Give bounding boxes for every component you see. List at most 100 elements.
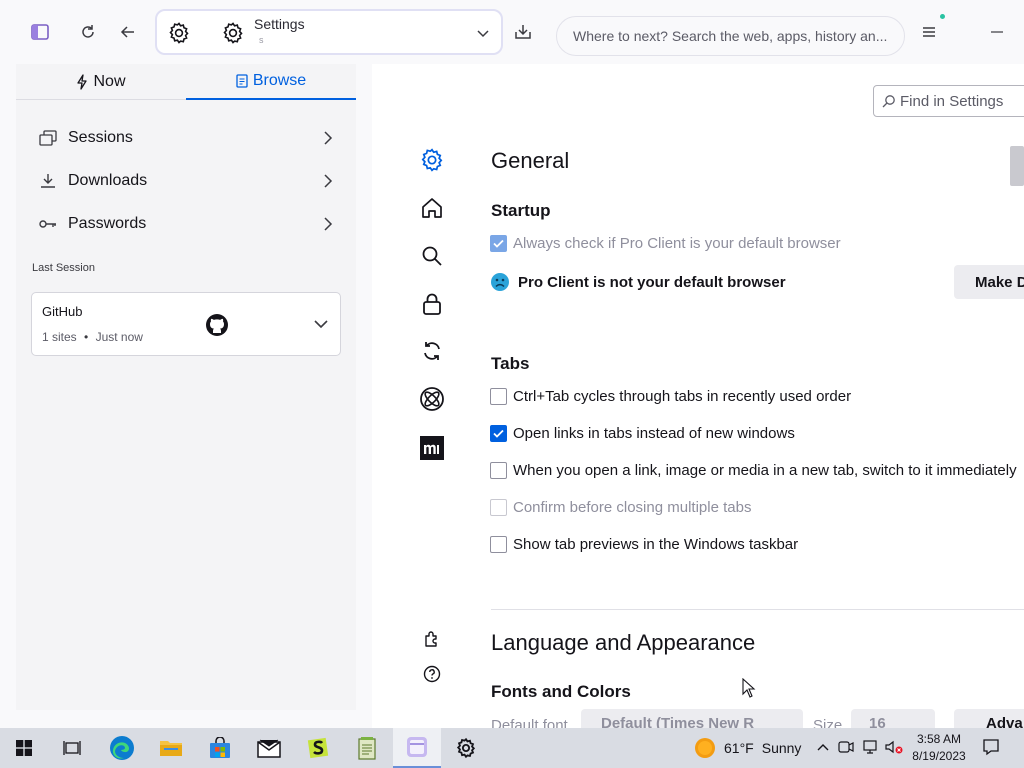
folder-icon — [160, 741, 182, 756]
bullet-separator: • — [84, 330, 89, 344]
language-heading: Language and Appearance — [491, 630, 756, 655]
taskbar-settings[interactable] — [442, 728, 490, 768]
reload-icon — [82, 25, 94, 38]
puzzle-icon — [425, 631, 437, 647]
start-button[interactable] — [0, 728, 48, 768]
session-meta: 1 sites • Just now — [42, 330, 143, 344]
find-placeholder: Find in Settings — [900, 92, 1004, 110]
weather-widget[interactable]: 61°F Sunny — [694, 736, 801, 760]
tab-browse[interactable]: Browse — [186, 64, 356, 100]
default-font-select[interactable]: Default (Times New R — [581, 709, 803, 728]
tabs-heading: Tabs — [491, 354, 530, 373]
notepad-app-icon — [358, 737, 376, 760]
reload-button[interactable] — [74, 18, 102, 46]
sidebar-item-label: Passwords — [68, 215, 147, 232]
sidebar-item-label: Sessions — [68, 129, 133, 146]
windows-logo-icon — [16, 740, 32, 756]
general-heading: General — [491, 148, 570, 173]
sidebar-item-passwords[interactable]: Passwords — [38, 210, 338, 238]
sidebar-item-sessions[interactable]: Sessions — [38, 124, 338, 152]
tray-meet-button[interactable] — [837, 738, 855, 756]
s-app-icon — [307, 737, 329, 759]
volume-muted-icon — [885, 740, 903, 754]
always-check-default-option: Always check if Pro Client is your defau… — [490, 233, 841, 253]
category-privacy[interactable] — [418, 290, 446, 318]
taskbar-app-notepad[interactable] — [343, 728, 391, 768]
taskbar-edge[interactable] — [98, 728, 146, 768]
find-in-settings-input[interactable]: Find in Settings — [873, 85, 1024, 117]
menu-button[interactable] — [915, 18, 943, 46]
browser-toolbar: Settings s Where to next? Search the web… — [0, 0, 1024, 64]
search-input[interactable]: Where to next? Search the web, apps, his… — [556, 16, 905, 56]
tab-now[interactable]: Now — [16, 64, 186, 100]
category-home[interactable] — [418, 194, 446, 222]
switch-to-new-tab-option[interactable]: When you open a link, image or media in … — [490, 460, 1017, 480]
tab-previews-label: Show tab previews in the Windows taskbar — [513, 535, 799, 553]
session-sites: 1 sites — [42, 330, 77, 344]
url-bar[interactable]: Settings s — [155, 9, 503, 55]
taskbar-mail[interactable] — [245, 728, 293, 768]
task-view-button[interactable] — [48, 728, 96, 768]
category-help[interactable] — [418, 660, 446, 688]
sad-face-icon — [491, 273, 509, 291]
open-links-checkbox[interactable] — [490, 424, 507, 442]
notifications-button[interactable] — [982, 738, 1000, 756]
category-general[interactable] — [418, 146, 446, 174]
tab-now-label: Now — [93, 73, 126, 90]
taskbar-app-s[interactable] — [294, 728, 342, 768]
category-extensions[interactable] — [418, 625, 446, 653]
category-search[interactable] — [418, 242, 446, 270]
size-value: 16 — [869, 715, 886, 728]
settings-content: Find in Settings General Startup Always … — [372, 64, 1024, 728]
make-default-button[interactable]: Make D — [954, 265, 1024, 299]
settings-page-icon — [219, 19, 247, 47]
ctrl-tab-label: Ctrl+Tab cycles through tabs in recently… — [513, 387, 852, 405]
tab-previews-option[interactable]: Show tab previews in the Windows taskbar — [490, 534, 798, 554]
tray-network-button[interactable] — [861, 738, 879, 756]
category-sync[interactable] — [418, 337, 446, 365]
taskbar-store[interactable] — [196, 728, 244, 768]
bolt-icon — [77, 74, 88, 90]
make-default-label: Make D — [975, 273, 1024, 291]
back-button[interactable] — [114, 18, 142, 46]
url-title: Settings — [254, 16, 305, 32]
taskbar-pro-client[interactable] — [393, 728, 441, 768]
category-experimental[interactable] — [418, 385, 446, 413]
taskbar-clock[interactable]: 3:58 AM 8/19/2023 — [908, 731, 970, 765]
tray-volume-button[interactable] — [885, 738, 903, 756]
switch-to-tab-checkbox[interactable] — [490, 461, 507, 479]
save-to-pocket-button[interactable] — [509, 18, 537, 46]
sidebar-toggle-button[interactable] — [26, 18, 54, 46]
document-icon — [236, 74, 248, 88]
url-dropdown-button[interactable] — [473, 23, 493, 43]
scrollbar-thumb[interactable] — [1010, 146, 1024, 186]
default-font-value: Default (Times New R — [601, 715, 755, 728]
ctrl-tab-option[interactable]: Ctrl+Tab cycles through tabs in recently… — [490, 386, 851, 406]
confirm-close-option: Confirm before closing multiple tabs — [490, 497, 751, 517]
session-card[interactable]: GitHub 1 sites • Just now — [31, 292, 341, 356]
minimize-icon — [991, 31, 1003, 33]
windows-taskbar: 61°F Sunny 3:58 AM 8/19/2023 — [0, 728, 1024, 768]
minimize-button[interactable] — [983, 18, 1011, 46]
identity-button[interactable] — [163, 17, 195, 49]
category-mozilla[interactable] — [418, 434, 446, 462]
size-label: Size — [813, 717, 843, 728]
sidebar-item-downloads[interactable]: Downloads — [38, 167, 338, 195]
sidebar-item-label: Downloads — [68, 172, 148, 189]
pro-client-browser-icon — [407, 737, 427, 757]
default-font-label: Default font — [491, 717, 568, 728]
gear-icon — [223, 22, 243, 44]
advanced-button[interactable]: Adva — [954, 709, 1024, 728]
switch-to-tab-label: When you open a link, image or media in … — [513, 461, 1017, 479]
weather-temperature: 61°F — [724, 740, 754, 756]
taskbar-file-explorer[interactable] — [147, 728, 195, 768]
ctrl-tab-checkbox[interactable] — [490, 387, 507, 405]
chevron-down-icon — [314, 320, 328, 329]
sun-icon — [695, 738, 715, 758]
tab-previews-checkbox[interactable] — [490, 535, 507, 553]
session-expand-button[interactable] — [311, 314, 331, 334]
tray-overflow-button[interactable] — [814, 738, 832, 756]
open-links-in-tabs-option[interactable]: Open links in tabs instead of new window… — [490, 423, 795, 443]
chevron-up-icon — [817, 744, 829, 751]
size-select[interactable]: 16 — [851, 709, 935, 728]
